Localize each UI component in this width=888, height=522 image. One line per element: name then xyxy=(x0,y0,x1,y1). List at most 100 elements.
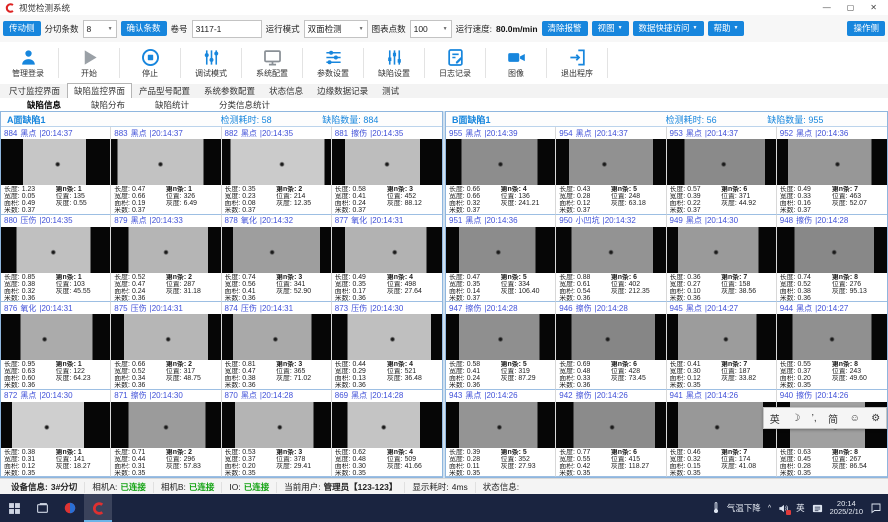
defect-cell[interactable]: 952 黑点 |20:14:36 长度:0.49 宽度:0.33 面积:0.16 xyxy=(777,127,887,215)
meter-value: 0.35 xyxy=(242,470,255,477)
main-tab[interactable]: 状态信息 xyxy=(262,83,310,98)
defect-count: 缺陷数量: 884 xyxy=(322,113,424,126)
action-button[interactable]: 停止 xyxy=(124,48,176,79)
operator-side-button[interactable]: 操作侧 xyxy=(847,21,885,36)
main-tab[interactable]: 尺寸监控界面 xyxy=(2,83,67,98)
defect-cell[interactable]: 877 氧化 |20:14:31 长度:0.49 宽度:0.35 面积:0.17 xyxy=(332,215,442,303)
gear-icon[interactable]: ⚙ xyxy=(871,413,880,424)
defect-cell[interactable]: 942 擦伤 |20:14:26 长度:0.77 宽度:0.55 面积:0.42 xyxy=(556,390,666,478)
action-button[interactable]: 图像 xyxy=(490,48,542,79)
task-view-button[interactable] xyxy=(28,494,56,522)
defect-cell[interactable]: 950 小凹坑 |20:14:32 长度:0.88 宽度:0.61 面积:0.5… xyxy=(556,215,666,303)
defect-cell[interactable]: 875 压伤 |20:14:31 长度:0.66 宽度:0.52 面积:0.34 xyxy=(111,302,221,390)
chart-points-select[interactable]: 100▼ xyxy=(410,20,452,38)
sub-tab[interactable]: 缺陷分布 xyxy=(76,99,140,111)
defect-cell[interactable]: 940 擦伤 |20:14:26 长度:0.63 宽度:0.45 面积:0.28 xyxy=(777,390,887,478)
moon-icon[interactable]: ☽ xyxy=(791,413,800,424)
main-tab[interactable]: 缺陷监控界面 xyxy=(67,83,132,99)
speaker-icon[interactable] xyxy=(778,503,789,514)
taskbar-clock[interactable]: 20:14 2025/2/10 xyxy=(830,500,863,517)
defect-cell[interactable]: 884 黑点 |20:14:37 长度:1.23 宽度:0.05 面积:0.49 xyxy=(1,127,111,215)
defect-cell[interactable]: 954 黑点 |20:14:37 长度:0.43 宽度:0.28 面积:0.12 xyxy=(556,127,666,215)
defect-cell[interactable]: 880 压伤 |20:14:35 长度:0.85 宽度:0.38 面积:0.32 xyxy=(1,215,111,303)
area-value: 0.15 xyxy=(687,463,700,470)
defect-cell[interactable]: 946 擦伤 |20:14:28 长度:0.69 宽度:0.48 面积:0.33 xyxy=(556,302,666,390)
action-button[interactable]: 系统配置 xyxy=(246,48,298,79)
defect-cell[interactable]: 879 黑点 |20:14:33 长度:0.52 宽度:0.47 面积:0.24 xyxy=(111,215,221,303)
ime-punctuation-toggle[interactable]: ’, xyxy=(812,413,817,424)
main-tab[interactable]: 测试 xyxy=(375,83,406,98)
defect-cell[interactable]: 876 氧化 |20:14:31 长度:0.95 宽度:0.63 面积:0.60 xyxy=(1,302,111,390)
action-button[interactable]: 退出程序 xyxy=(551,48,603,79)
defect-cell-header: 869 黑点 |20:14:28 xyxy=(332,390,442,402)
defect-cell[interactable]: 943 黑点 |20:14:26 长度:0.39 宽度:0.28 面积:0.11 xyxy=(446,390,556,478)
defect-cell[interactable]: 951 黑点 |20:14:36 长度:0.47 宽度:0.35 面积:0.14 xyxy=(446,215,556,303)
tray-expand-chevron[interactable]: ^ xyxy=(768,505,771,512)
toolbar-separator xyxy=(180,48,181,78)
defect-cell[interactable]: 948 擦伤 |20:14:28 长度:0.74 宽度:0.52 面积:0.38 xyxy=(777,215,887,303)
main-tab[interactable]: 产品型号配置 xyxy=(132,83,197,98)
taskbar-app-detection-active[interactable] xyxy=(84,494,112,522)
maximize-button[interactable]: ▢ xyxy=(847,3,855,12)
action-button[interactable]: 管理登录 xyxy=(2,48,54,79)
sub-tab[interactable]: 缺陷信息 xyxy=(12,99,76,111)
sub-tab[interactable]: 分类信息统计 xyxy=(204,99,285,111)
defect-cell[interactable]: 881 擦伤 |20:14:35 长度:0.58 宽度:0.41 面积:0.24 xyxy=(332,127,442,215)
strip-label: 第n条: xyxy=(501,361,521,368)
defect-image xyxy=(332,402,442,448)
defect-cell[interactable]: 878 氧化 |20:14:32 长度:0.74 宽度:0.56 面积:0.41 xyxy=(222,215,332,303)
position-label: 位置: xyxy=(276,368,292,375)
language-indicator[interactable]: 英 xyxy=(796,502,805,514)
action-button[interactable]: 调试模式 xyxy=(185,48,237,79)
defect-cell[interactable]: 870 黑点 |20:14:28 长度:0.53 宽度:0.37 面积:0.20 xyxy=(222,390,332,478)
drive-side-button[interactable]: 传动侧 xyxy=(3,21,41,36)
view-menu-button[interactable]: 视图▼ xyxy=(592,21,629,36)
weather-text[interactable]: 气温下降 xyxy=(727,502,761,514)
action-button[interactable]: 缺陷设置 xyxy=(368,48,420,79)
sub-tab[interactable]: 缺陷统计 xyxy=(140,99,204,111)
defect-cell[interactable]: 883 黑点 |20:14:37 长度:0.47 宽度:0.66 面积:0.19 xyxy=(111,127,221,215)
defect-cell[interactable]: 947 擦伤 |20:14:28 长度:0.58 宽度:0.41 面积:0.24 xyxy=(446,302,556,390)
position-label: 位置: xyxy=(387,281,403,288)
main-tab[interactable]: 系统参数配置 xyxy=(197,83,262,98)
defect-cell[interactable]: 872 黑点 |20:14:30 长度:0.38 宽度:0.31 面积:0.12 xyxy=(1,390,111,478)
defect-type: 擦伤 xyxy=(796,390,812,401)
defect-cell[interactable]: 941 黑点 |20:14:26 长度:0.46 宽度:0.32 面积:0.15 xyxy=(667,390,777,478)
defect-cell[interactable]: 944 黑点 |20:14:27 长度:0.55 宽度:0.37 面积:0.20 xyxy=(777,302,887,390)
data-quick-access-menu-button[interactable]: 数据快捷访问▼ xyxy=(633,21,704,36)
action-button[interactable]: 日志记录 xyxy=(429,48,481,79)
confirm-count-button[interactable]: 确认条数 xyxy=(121,21,167,36)
ime-english-toggle[interactable]: 英 xyxy=(770,411,780,426)
main-tab[interactable]: 边缘数据记录 xyxy=(310,83,375,98)
roll-number-input[interactable]: 3117-1 xyxy=(192,20,262,38)
defect-cell[interactable]: 882 黑点 |20:14:35 长度:0.35 宽度:0.23 面积:0.08 xyxy=(222,127,332,215)
ime-simplified-toggle[interactable]: 简 xyxy=(828,411,838,426)
start-button[interactable] xyxy=(0,494,28,522)
taskbar-app-media[interactable] xyxy=(56,494,84,522)
minimize-button[interactable]: — xyxy=(823,3,831,12)
defect-cell[interactable]: 871 擦伤 |20:14:30 长度:0.71 宽度:0.44 面积:0.31 xyxy=(111,390,221,478)
action-button[interactable]: 参数设置 xyxy=(307,48,359,79)
run-mode-select[interactable]: 双面检测▼ xyxy=(304,20,368,38)
defect-cell[interactable]: 955 黑点 |20:14:39 长度:0.66 宽度:0.66 面积:0.32 xyxy=(446,127,556,215)
notification-center-icon[interactable] xyxy=(870,502,882,514)
close-button[interactable]: ✕ xyxy=(870,3,877,12)
defect-image xyxy=(556,402,665,448)
defect-cell[interactable]: 945 黑点 |20:14:27 长度:0.41 宽度:0.30 面积:0.12 xyxy=(667,302,777,390)
defect-cell[interactable]: 874 压伤 |20:14:31 长度:0.81 宽度:0.47 面积:0.38 xyxy=(222,302,332,390)
emoji-icon[interactable]: ☺ xyxy=(850,413,860,424)
defect-cell[interactable]: 949 黑点 |20:14:30 长度:0.36 宽度:0.27 面积:0.10 xyxy=(667,215,777,303)
gray-value: 63.18 xyxy=(629,200,646,207)
defect-cell[interactable]: 873 压伤 |20:14:30 长度:0.44 宽度:0.29 面积:0.13 xyxy=(332,302,442,390)
clear-alarm-button[interactable]: 清除报警 xyxy=(542,21,588,36)
defect-meta: 长度:0.49 宽度:0.35 面积:0.17 米数:0.36 第n条:4 位置… xyxy=(332,273,442,302)
meter-value: 0.35 xyxy=(687,470,700,477)
help-menu-button[interactable]: 帮助▼ xyxy=(708,21,745,36)
defect-cell[interactable]: 953 黑点 |20:14:37 长度:0.57 宽度:0.39 面积:0.22 xyxy=(667,127,777,215)
action-button[interactable]: 开始 xyxy=(63,48,115,79)
ime-mode-icon[interactable] xyxy=(812,503,823,514)
position-label: 位置: xyxy=(276,281,292,288)
defect-cell[interactable]: 869 黑点 |20:14:28 长度:0.62 宽度:0.48 面积:0.30 xyxy=(332,390,442,478)
length-value: 0.49 xyxy=(352,274,365,281)
slit-count-select[interactable]: 8▼ xyxy=(83,20,117,38)
